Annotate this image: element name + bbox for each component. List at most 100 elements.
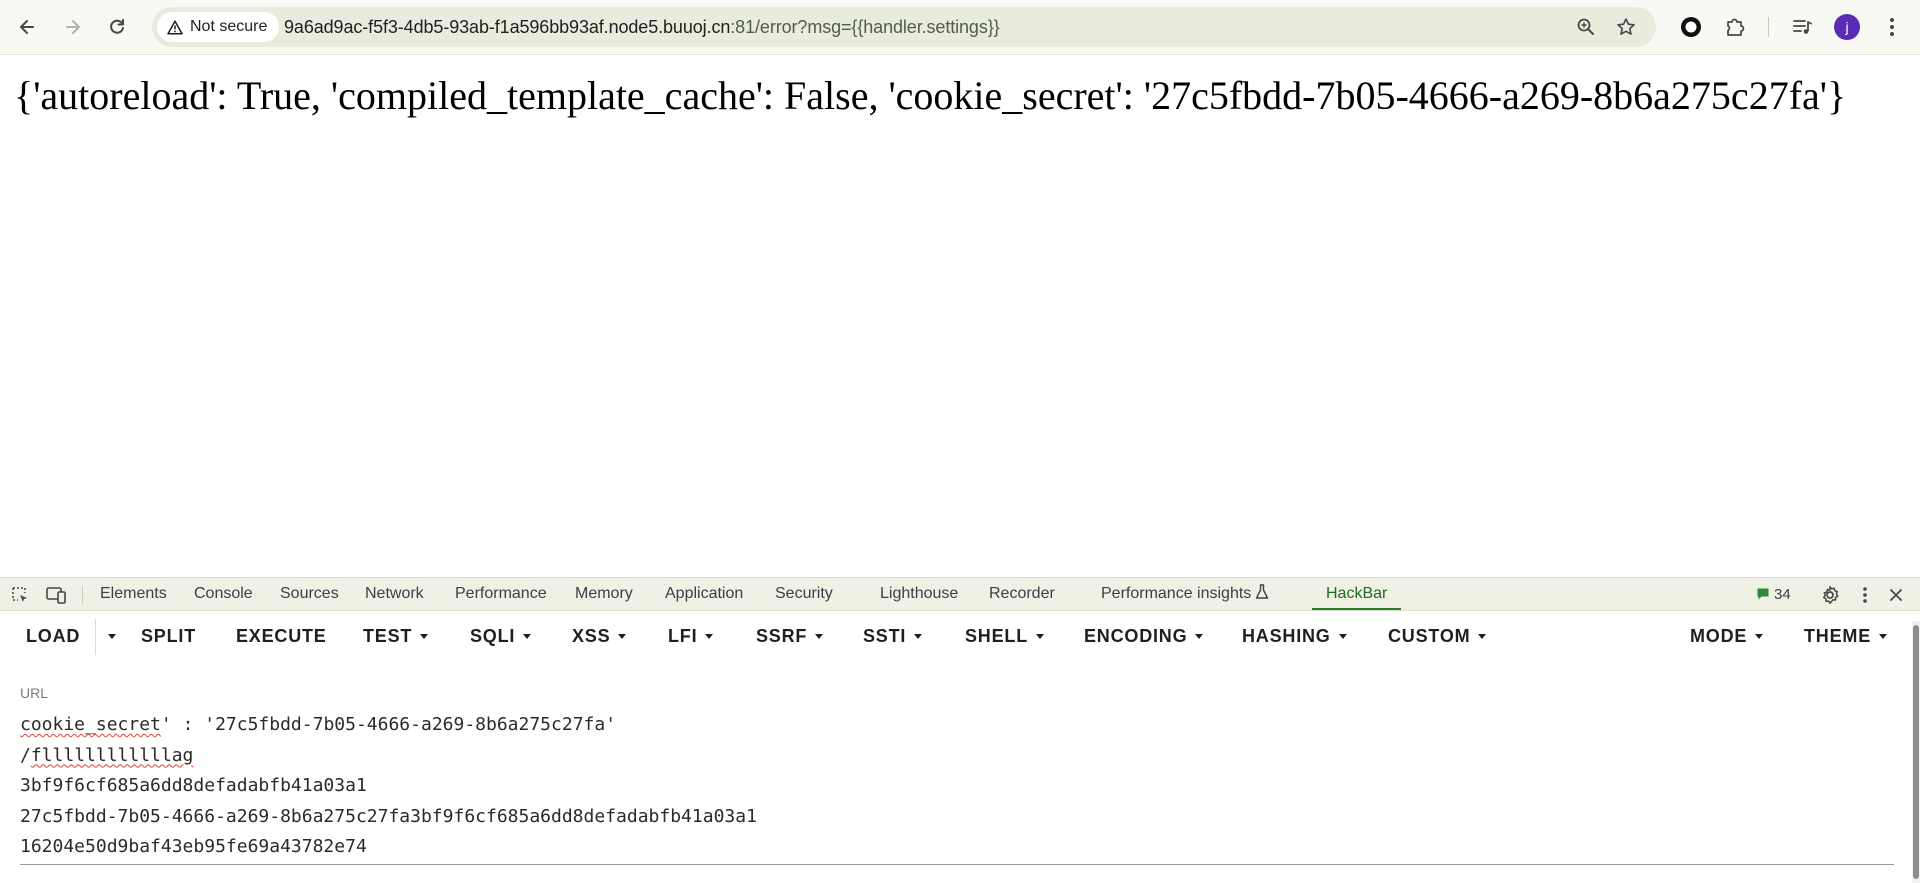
url-text[interactable]: 9a6ad9ac-f5f3-4db5-93ab-f1a596bb93af.nod… xyxy=(284,7,1000,47)
theme-menu[interactable]: THEME xyxy=(1804,611,1887,661)
forward-button[interactable] xyxy=(55,9,91,45)
address-bar[interactable]: Not secure 9a6ad9ac-f5f3-4db5-93ab-f1a59… xyxy=(152,7,1656,47)
devtools-more-button[interactable] xyxy=(1853,583,1877,607)
flask-icon xyxy=(1256,584,1269,599)
test-menu-label: TEST xyxy=(363,626,413,646)
split-button[interactable]: SPLIT xyxy=(141,611,196,661)
ssti-menu[interactable]: SSTI xyxy=(863,611,923,661)
ssrf-menu[interactable]: SSRF xyxy=(756,611,824,661)
url-line: 16204e50d9baf43eb95fe69a43782e74 xyxy=(20,836,367,857)
shell-menu[interactable]: SHELL xyxy=(965,611,1045,661)
avatar[interactable]: j xyxy=(1834,14,1860,40)
custom-menu-label: CUSTOM xyxy=(1388,626,1471,646)
caret-down-icon xyxy=(420,634,429,639)
encoding-menu[interactable]: ENCODING xyxy=(1084,611,1204,661)
lfi-menu-label: LFI xyxy=(668,626,698,646)
tab-lighthouse[interactable]: Lighthouse xyxy=(880,578,958,610)
ssrf-menu-label: SSRF xyxy=(756,626,808,646)
url-field-underline xyxy=(20,864,1894,865)
tab-sources[interactable]: Sources xyxy=(280,578,339,610)
tab-hackbar[interactable]: HackBar xyxy=(1311,578,1402,610)
caret-down-icon xyxy=(108,634,116,639)
load-dropdown-button[interactable] xyxy=(100,611,116,661)
hashing-menu[interactable]: HASHING xyxy=(1242,611,1347,661)
toolbar-divider xyxy=(1768,17,1769,37)
url-host: 9a6ad9ac-f5f3-4db5-93ab-f1a596bb93af.nod… xyxy=(284,17,731,37)
hackbar-toolbar: LOAD SPLIT EXECUTE TEST SQLI XSS LFI SSR… xyxy=(0,611,1910,661)
close-icon xyxy=(1890,589,1902,601)
ssti-menu-label: SSTI xyxy=(863,626,907,646)
bookmark-button[interactable] xyxy=(1610,11,1642,43)
url-line-rest: ' : '27c5fbdd-7b05-4666-a269-8b6a275c27f… xyxy=(160,714,617,735)
reload-icon xyxy=(110,19,124,34)
tab-console[interactable]: Console xyxy=(194,578,253,610)
extension-circle-icon xyxy=(1681,17,1701,37)
load-button[interactable]: LOAD xyxy=(26,611,80,661)
tab-network[interactable]: Network xyxy=(365,578,424,610)
caret-down-icon xyxy=(523,634,532,639)
zoom-button[interactable] xyxy=(1570,11,1602,43)
security-label: Not secure xyxy=(190,18,268,35)
puzzle-icon xyxy=(1727,18,1745,36)
tab-application[interactable]: Application xyxy=(665,578,743,610)
hashing-menu-label: HASHING xyxy=(1242,626,1331,646)
url-line-spellcheck-word: fllllllllllllag xyxy=(30,744,194,766)
more-icon xyxy=(1890,18,1894,36)
tab-recorder[interactable]: Recorder xyxy=(989,578,1055,610)
back-icon xyxy=(20,20,34,34)
tab-memory[interactable]: Memory xyxy=(575,578,633,610)
tab-performance-insights[interactable]: Performance insights xyxy=(1101,578,1269,610)
shell-menu-label: SHELL xyxy=(965,626,1029,646)
media-control-button[interactable] xyxy=(1786,11,1818,43)
tab-performance-insights-label: Performance insights xyxy=(1101,585,1252,602)
load-divider xyxy=(95,619,96,655)
hackbar-scrollbar[interactable] xyxy=(1912,621,1920,883)
test-menu[interactable]: TEST xyxy=(363,611,429,661)
issues-count: 34 xyxy=(1774,585,1791,603)
url-field-label: URL xyxy=(20,685,49,701)
devtools-tabbar: Elements Console Sources Network Perform… xyxy=(0,577,1920,611)
message-icon xyxy=(1757,588,1769,600)
lfi-menu[interactable]: LFI xyxy=(668,611,714,661)
tab-performance[interactable]: Performance xyxy=(455,578,547,610)
caret-down-icon xyxy=(815,634,824,639)
zoom-icon xyxy=(1577,18,1594,35)
url-line: cookie_secret' : '27c5fbdd-7b05-4666-a26… xyxy=(20,710,757,741)
caret-down-icon xyxy=(1879,634,1887,639)
mode-menu[interactable]: MODE xyxy=(1690,611,1764,661)
caret-down-icon xyxy=(1755,634,1764,639)
sqli-menu[interactable]: SQLI xyxy=(470,611,532,661)
url-textarea[interactable]: cookie_secret' : '27c5fbdd-7b05-4666-a26… xyxy=(20,710,757,863)
caret-down-icon xyxy=(914,634,923,639)
devtools-close-button[interactable] xyxy=(1884,583,1908,607)
media-icon xyxy=(1793,20,1812,34)
sqli-menu-label: SQLI xyxy=(470,626,516,646)
back-button[interactable] xyxy=(9,9,45,45)
custom-menu[interactable]: CUSTOM xyxy=(1388,611,1487,661)
url-line: 27c5fbdd-7b05-4666-a269-8b6a275c27fa3bf9… xyxy=(20,805,757,827)
scrollbar-thumb[interactable] xyxy=(1913,625,1919,879)
url-line: /fllllllllllllag xyxy=(20,741,757,772)
tab-security[interactable]: Security xyxy=(775,578,833,610)
tabbar-divider xyxy=(82,586,83,604)
devtools-settings-button[interactable] xyxy=(1818,583,1842,607)
inspect-element-button[interactable] xyxy=(8,583,32,607)
caret-down-icon xyxy=(705,634,714,639)
reload-button[interactable] xyxy=(99,9,135,45)
device-toolbar-button[interactable] xyxy=(44,583,68,607)
caret-down-icon xyxy=(1195,634,1204,639)
extensions-menu-button[interactable] xyxy=(1719,11,1751,43)
xss-menu[interactable]: XSS xyxy=(572,611,627,661)
tab-elements[interactable]: Elements xyxy=(100,578,167,610)
security-chip[interactable]: Not secure xyxy=(157,12,280,42)
caret-down-icon xyxy=(1478,634,1487,639)
caret-down-icon xyxy=(1338,634,1347,639)
issues-badge[interactable]: 34 xyxy=(1756,578,1791,610)
mode-menu-label: MODE xyxy=(1690,626,1748,646)
execute-button[interactable]: EXECUTE xyxy=(236,611,327,661)
browser-menu-button[interactable] xyxy=(1876,11,1908,43)
encoding-menu-label: ENCODING xyxy=(1084,626,1188,646)
caret-down-icon xyxy=(618,634,627,639)
extension-button[interactable] xyxy=(1675,11,1707,43)
forward-icon xyxy=(66,20,80,34)
